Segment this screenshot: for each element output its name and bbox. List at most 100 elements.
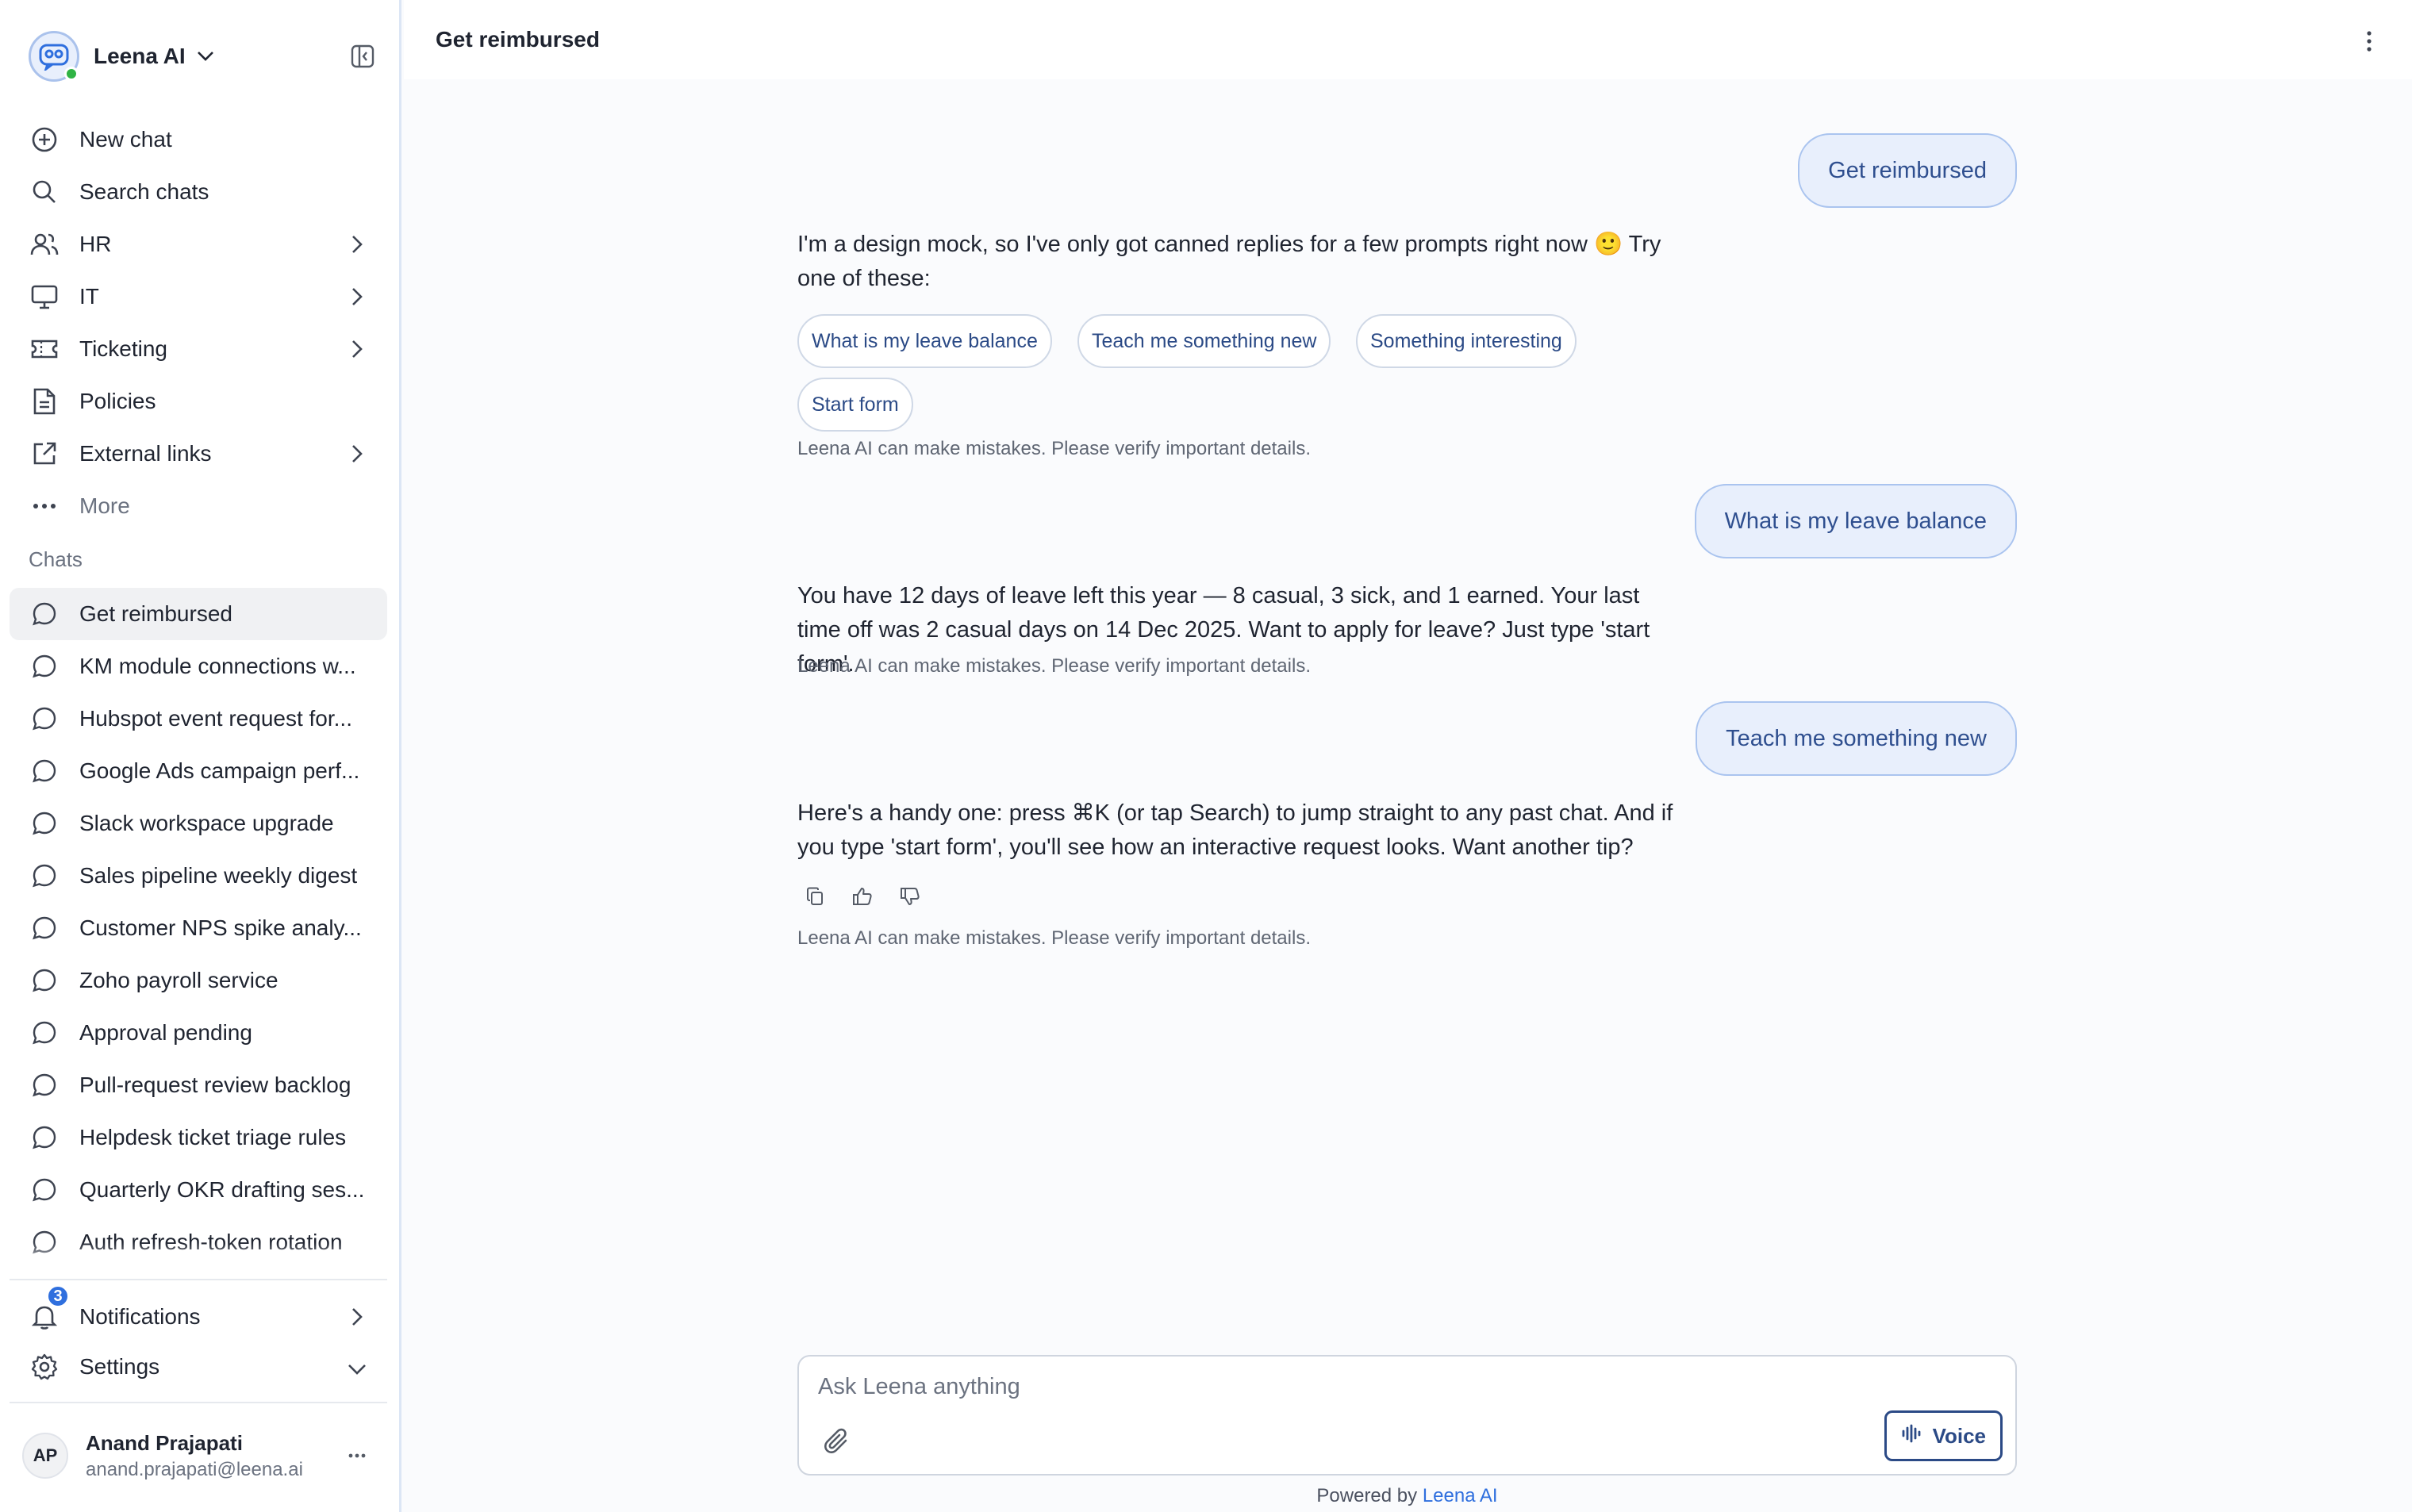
message-actions (797, 882, 940, 911)
search-icon (30, 178, 59, 206)
nav-item-search-chats[interactable]: Search chats (10, 166, 387, 218)
user-message: Teach me something new (1696, 701, 2017, 776)
chat-item-label: KM module connections w... (79, 654, 356, 678)
message-composer: Voice (797, 1355, 2017, 1476)
more-vertical-icon[interactable] (2355, 25, 2383, 57)
chat-bubble-icon (30, 862, 59, 890)
external-link-icon (30, 439, 59, 468)
chat-item[interactable]: Get reimbursed (10, 588, 387, 640)
chat-bubble-icon (30, 600, 59, 628)
chat-item[interactable]: Sales pipeline weekly digest (10, 850, 387, 902)
more-horizontal-icon[interactable] (343, 1444, 371, 1468)
nav-item-label: More (79, 493, 130, 518)
chat-item-label: Slack workspace upgrade (79, 811, 334, 835)
paperclip-icon[interactable] (820, 1425, 855, 1460)
thumbs-down-icon[interactable] (893, 882, 928, 911)
chat-item-label: Hubspot event request for... (79, 706, 352, 731)
user-message: What is my leave balance (1694, 484, 2017, 558)
workspace-switcher[interactable]: Leena AI (29, 30, 378, 83)
suggestion-chip[interactable]: What is my leave balance (797, 314, 1052, 368)
nav-item-more[interactable]: More (10, 480, 387, 532)
voice-button-label: Voice (1932, 1423, 1986, 1448)
chat-item[interactable]: KM module connections w... (10, 640, 387, 693)
chat-item[interactable]: Pull-request review backlog (10, 1059, 387, 1111)
chat-item[interactable]: Helpdesk ticket triage rules (10, 1111, 387, 1164)
chat-item-label: Quarterly OKR drafting ses... (79, 1177, 365, 1202)
chat-item[interactable]: Slack workspace upgrade (10, 797, 387, 850)
disclaimer-text: Leena AI can make mistakes. Please verif… (797, 438, 1311, 459)
chat-bubble-icon (30, 914, 59, 942)
user-profile[interactable]: AP Anand Prajapati anand.prajapati@leena… (22, 1428, 379, 1483)
user-message: Get reimbursed (1798, 133, 2017, 208)
sidebar: Leena AI New chat Search chats HR IT Tic… (0, 0, 401, 1512)
brand-link[interactable]: Leena AI (1423, 1485, 1498, 1506)
chevron-right-icon (344, 441, 370, 466)
nav-item-ticketing[interactable]: Ticketing (10, 323, 387, 375)
suggestion-chip[interactable]: Start form (797, 378, 913, 432)
list-fade-overlay (10, 1242, 387, 1274)
nav-item-label: IT (79, 284, 99, 309)
chat-bubble-icon (30, 966, 59, 995)
chat-item[interactable]: Zoho payroll service (10, 954, 387, 1007)
chevron-down-icon (197, 51, 214, 62)
suggestion-chip[interactable]: Something interesting (1356, 314, 1577, 368)
chat-item[interactable]: Customer NPS spike analy... (10, 902, 387, 954)
bot-face-icon (39, 44, 69, 71)
collapse-sidebar-icon[interactable] (348, 41, 378, 71)
nav-item-it[interactable]: IT (10, 271, 387, 323)
chevron-down-icon (344, 1357, 370, 1382)
nav-item-policies[interactable]: Policies (10, 375, 387, 428)
chat-item-label: Get reimbursed (79, 601, 232, 626)
suggestion-chip[interactable]: Teach me something new (1077, 314, 1331, 368)
chat-item[interactable]: Hubspot event request for... (10, 693, 387, 745)
chat-item-label: Customer NPS spike analy... (79, 915, 362, 940)
notification-count-badge: 3 (46, 1284, 70, 1308)
main-nav: New chat Search chats HR IT Ticketing Po… (10, 113, 387, 532)
ticket-icon (30, 335, 59, 363)
nav-item-label: HR (79, 232, 112, 256)
chat-item[interactable]: Google Ads campaign perf... (10, 745, 387, 797)
sidebar-divider (10, 1402, 387, 1403)
chat-bubble-icon (30, 757, 59, 785)
chat-bubble-icon (30, 652, 59, 681)
avatar: AP (22, 1433, 68, 1479)
nav-item-external-links[interactable]: External links (10, 428, 387, 480)
chat-bubble-icon (30, 1176, 59, 1204)
message-input[interactable] (818, 1374, 1611, 1400)
bot-message: I'm a design mock, so I've only got cann… (797, 232, 1661, 291)
leena-logo (29, 31, 79, 82)
nav-item-new-chat[interactable]: New chat (10, 113, 387, 166)
gear-icon (30, 1353, 59, 1381)
chat-item-label: Zoho payroll service (79, 968, 278, 992)
thumbs-up-icon[interactable] (845, 882, 880, 911)
online-status-dot (64, 67, 79, 81)
chat-history-list: Get reimbursed KM module connections w..… (10, 588, 387, 1274)
chat-item-label: Sales pipeline weekly digest (79, 863, 358, 888)
powered-by-prefix: Powered by (1316, 1485, 1418, 1506)
monitor-icon (30, 282, 59, 311)
chat-bubble-icon (30, 1019, 59, 1047)
chat-item-label: Google Ads campaign perf... (79, 758, 360, 783)
chat-bubble-icon (30, 1123, 59, 1152)
voice-button[interactable]: Voice (1884, 1410, 2003, 1461)
chat-item[interactable]: Approval pending (10, 1007, 387, 1059)
chats-section-title: Chats (29, 547, 83, 571)
user-email: anand.prajapati@leena.ai (86, 1458, 303, 1480)
chevron-right-icon (344, 1304, 370, 1330)
chevron-right-icon (344, 284, 370, 309)
sidebar-divider (10, 1279, 387, 1280)
chat-item[interactable]: Quarterly OKR drafting ses... (10, 1164, 387, 1216)
chat-item-label: Helpdesk ticket triage rules (79, 1125, 347, 1149)
user-name: Anand Prajapati (86, 1430, 243, 1455)
page-title: Get reimbursed (436, 27, 600, 52)
chat-bubble-icon (30, 704, 59, 733)
copy-icon[interactable] (797, 882, 832, 911)
waveform-icon (1901, 1424, 1922, 1449)
users-icon (30, 230, 59, 259)
nav-item-notifications[interactable]: 3 Notifications (10, 1284, 387, 1343)
disclaimer-text: Leena AI can make mistakes. Please verif… (797, 655, 1311, 677)
nav-item-settings[interactable]: Settings (10, 1343, 387, 1391)
document-icon (30, 387, 59, 416)
nav-item-hr[interactable]: HR (10, 218, 387, 271)
nav-item-label: Policies (79, 389, 156, 413)
